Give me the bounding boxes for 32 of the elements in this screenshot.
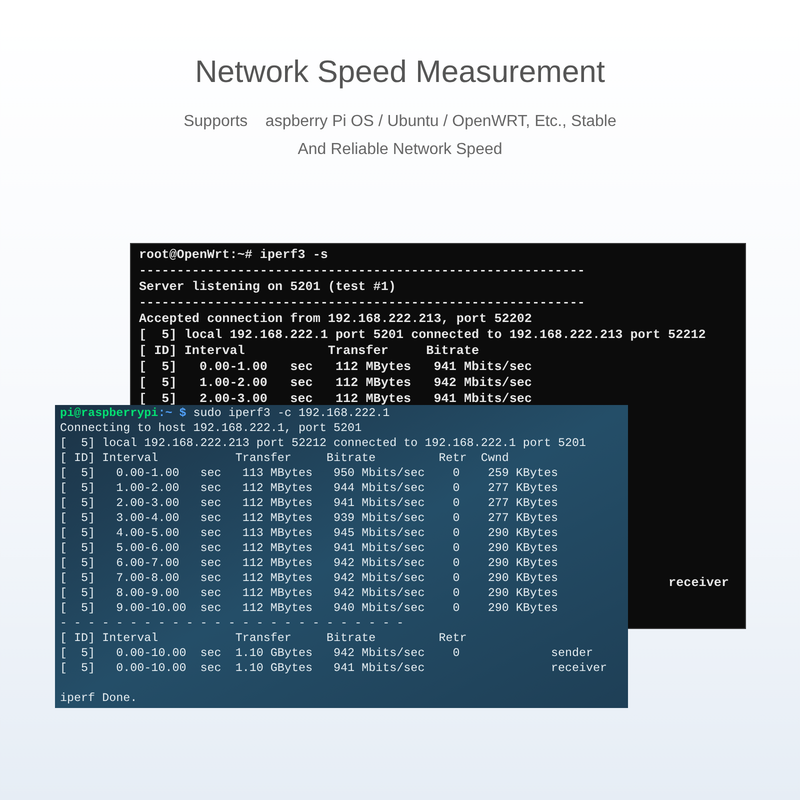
terminal-line: [ 5] 2.00-3.00 sec 112 MBytes 941 Mbits/sec — [139, 391, 532, 407]
terminal-line: [ ID] Interval Transfer Bitrate Retr Cwnd — [60, 451, 509, 466]
terminal-prompt: pi@raspberrypi:~ $ sudo iperf3 -c 192.168.222.1 — [60, 406, 390, 421]
terminal-line: Server listening on 5201 (test #1) — [139, 279, 396, 295]
terminal-line: [ 5] 4.00-5.00 sec 113 MBytes 945 Mbits/sec 0 290 KBytes — [60, 526, 558, 541]
terminal-line: receiver — [668, 575, 729, 591]
terminal-line: [ 5] 0.00-1.00 sec 113 MBytes 950 Mbits/sec 0 259 KBytes — [60, 466, 558, 481]
page-title: Network Speed Measurement — [194, 53, 606, 91]
terminal-line: [ 5] 0.00-10.00 sec 1.10 GBytes 941 Mbits/sec receiver — [60, 661, 608, 676]
subtitle: Supports aspberry Pi OS / Ubuntu / OpenWRT, Etc., Stable And Reliable Network Speed — [184, 112, 616, 160]
terminal-line: [ 5] 6.00-7.00 sec 112 MBytes 942 Mbits/sec 0 290 KBytes — [60, 556, 558, 571]
terminal-line: [ 5] local 192.168.222.1 port 5201 connected to 192.168.222.213 port 52212 — [139, 327, 706, 343]
terminal-line: [ 5] 0.00-10.00 sec 1.10 GBytes 942 Mbits/sec 0 sender — [60, 646, 594, 661]
terminal-line: [ 5] 3.00-4.00 sec 112 MBytes 939 Mbits/sec 0 277 KBytes — [60, 511, 558, 526]
terminal-line: - - - - - - - - - - - - - - - - - - - - - - - - - — [60, 616, 404, 631]
terminal-line: ----------------------------------------------------------- — [139, 295, 585, 311]
terminal-line: [ 5] local 192.168.222.213 port 52212 connected to 192.168.222.1 port 5201 — [60, 436, 586, 451]
terminal-line: [ 5] 0.00-1.00 sec 112 MBytes 941 Mbits/sec — [139, 359, 532, 375]
terminal-line: [ 5] 1.00-2.00 sec 112 MBytes 944 Mbits/sec 0 277 KBytes — [60, 481, 558, 496]
terminal-line: [ 5] 7.00-8.00 sec 112 MBytes 942 Mbits/sec 0 290 KBytes — [60, 571, 558, 586]
terminal-line: [ 5] 2.00-3.00 sec 112 MBytes 941 Mbits/sec 0 277 KBytes — [60, 496, 558, 511]
terminal-line: [ ID] Interval Transfer Bitrate — [139, 343, 480, 359]
terminal-line: [ 5] 8.00-9.00 sec 112 MBytes 942 Mbits/sec 0 290 KBytes — [60, 586, 558, 601]
terminal-line: iperf Done. — [60, 691, 138, 706]
terminal-line: Connecting to host 192.168.222.1, port 5201 — [60, 421, 362, 436]
terminal-line: [ ID] Interval Transfer Bitrate Retr — [60, 631, 467, 646]
terminal-line: [ 5] 1.00-2.00 sec 112 MBytes 942 Mbits/sec — [139, 375, 532, 391]
terminal-line: root@OpenWrt:~# iperf3 -s — [139, 247, 328, 263]
terminal-line: ----------------------------------------------------------- — [139, 263, 585, 279]
terminal-line: [ 5] 9.00-10.00 sec 112 MBytes 940 Mbits/sec 0 290 KBytes — [60, 601, 558, 616]
terminal-line: [ 5] 5.00-6.00 sec 112 MBytes 941 Mbits/sec 0 290 KBytes — [60, 541, 558, 556]
terminal-line: Accepted connection from 192.168.222.213, port 52202 — [139, 311, 532, 327]
